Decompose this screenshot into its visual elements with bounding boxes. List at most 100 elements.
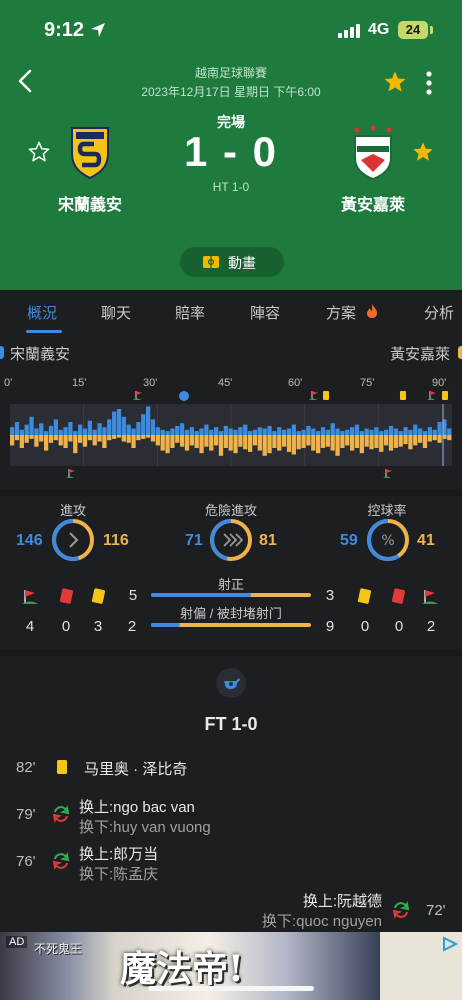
sub-in-player[interactable]: 换上:阮越德 xyxy=(303,890,382,911)
away-pressure-bar xyxy=(301,435,306,448)
match-header: 9:12 4G 24 越南足球聯賽 2023年12月17日 星期日 下午6:00… xyxy=(0,0,462,290)
stat-attack-home: 146 xyxy=(16,532,43,549)
tab-plans[interactable]: 方案 xyxy=(326,302,356,323)
match-timeline[interactable]: 0' 15' 30' 45' 60' 75' 90' xyxy=(0,372,462,490)
whistle-glyph xyxy=(224,678,240,689)
tab-lineup[interactable]: 陣容 xyxy=(250,302,280,323)
home-pressure-bar xyxy=(316,431,321,435)
tab-analysis[interactable]: 分析 xyxy=(424,302,454,323)
home-pressure-bar xyxy=(29,416,34,435)
home-pressure-bar xyxy=(10,427,15,435)
away-pressure-bar xyxy=(214,435,219,446)
shots-on-home-fill xyxy=(151,593,251,597)
home-pressure-bar xyxy=(243,424,248,435)
home-pressure-bar xyxy=(437,422,442,435)
home-pressure-bar xyxy=(354,424,360,435)
away-pressure-bar xyxy=(325,435,330,447)
tab-odds[interactable]: 賠率 xyxy=(175,302,205,323)
home-pressure-bar xyxy=(180,423,185,435)
stats-panel: 進攻 146 116 危險進攻 71 81 控球率 59 % 41 5 射正 3… xyxy=(0,496,462,650)
away-pressure-bar xyxy=(63,435,68,448)
home-yellow-card-marker xyxy=(442,391,448,400)
away-pressure-bar xyxy=(116,435,122,438)
sub-out-player[interactable]: 换下:quoc nguyen xyxy=(262,910,382,931)
tab-overview[interactable]: 概況 xyxy=(27,302,57,323)
substitution-icon xyxy=(392,901,410,919)
home-pressure-bar xyxy=(204,424,209,435)
event-player[interactable]: 马里奥 · 泽比奇 xyxy=(84,758,187,779)
away-pressure-bar xyxy=(364,435,369,447)
home-pressure-bar xyxy=(393,428,398,435)
away-pressure-bar xyxy=(369,435,374,450)
favorite-star-icon[interactable] xyxy=(383,70,407,94)
home-follow-star-icon[interactable] xyxy=(28,141,50,163)
sub-in-player[interactable]: 换上:郎万当 xyxy=(79,843,158,864)
home-pressure-bar xyxy=(14,422,20,435)
home-shots-off: 2 xyxy=(127,618,137,635)
away-pressure-bar xyxy=(427,435,432,442)
home-pressure-bar xyxy=(160,429,165,435)
home-pressure-bar xyxy=(374,427,379,435)
stat-attack-away: 116 xyxy=(103,532,129,549)
home-indicator[interactable] xyxy=(148,986,314,991)
home-pressure-bar xyxy=(306,425,311,435)
home-pressure-bar xyxy=(403,427,408,435)
stat-danger-home: 71 xyxy=(185,532,203,549)
more-options-icon[interactable] xyxy=(422,70,436,96)
away-pressure-bar xyxy=(29,435,34,439)
away-pressure-bar xyxy=(209,435,214,451)
away-red-count: 0 xyxy=(394,618,404,635)
away-pressure-bar xyxy=(175,435,180,443)
home-pressure-bar xyxy=(141,414,146,435)
away-team-logo[interactable] xyxy=(343,124,403,180)
away-pressure-bar xyxy=(340,435,345,448)
away-pressure-bar xyxy=(330,435,335,451)
away-pressure-bar xyxy=(14,435,20,441)
home-pressure-bar xyxy=(97,423,102,435)
away-pressure-bar xyxy=(447,435,452,441)
away-pressure-bar xyxy=(398,435,403,447)
home-color-marker xyxy=(0,346,4,359)
home-pressure-bar xyxy=(218,431,224,435)
ad-choices-icon[interactable] xyxy=(442,936,458,952)
sub-out-player[interactable]: 换下:huy van vuong xyxy=(79,816,211,837)
away-pressure-bar xyxy=(160,435,165,451)
home-pressure-bar xyxy=(126,424,131,435)
home-pressure-bar xyxy=(24,424,29,435)
home-pressure-bar xyxy=(82,428,88,435)
home-corner-flag-icon xyxy=(22,590,38,604)
shots-off-label: 射偏 / 被封堵射门 xyxy=(180,606,282,621)
battery-icon: 24 xyxy=(398,21,428,39)
home-pressure-bar xyxy=(432,429,437,435)
away-team-name[interactable]: 黃安嘉萊 xyxy=(330,191,416,215)
home-pressure-bar xyxy=(272,431,277,435)
ad-tag: AD xyxy=(6,936,28,948)
home-corner-marker xyxy=(312,391,318,395)
away-pressure-bar xyxy=(316,435,321,454)
away-corner-marker xyxy=(69,469,75,473)
substitution-icon xyxy=(52,805,70,823)
home-pressure-bar xyxy=(209,429,214,435)
away-pressure-bar xyxy=(257,435,262,451)
home-pressure-bar xyxy=(233,429,238,435)
home-team-logo[interactable] xyxy=(68,124,112,180)
home-pressure-bar xyxy=(311,428,316,435)
away-pressure-bar xyxy=(335,435,340,456)
tab-chat[interactable]: 聊天 xyxy=(101,302,131,323)
stat-possession-title: 控球率 xyxy=(367,503,407,518)
home-team-name[interactable]: 宋蘭義安 xyxy=(50,191,130,215)
home-pressure-bar xyxy=(408,429,413,435)
away-pressure-bar xyxy=(228,435,233,451)
animation-button[interactable]: 動畫 xyxy=(180,247,284,277)
home-pressure-bar xyxy=(214,427,219,435)
away-pressure-bar xyxy=(34,435,39,447)
away-pressure-bar xyxy=(73,435,78,454)
sub-out-player[interactable]: 换下:陈孟庆 xyxy=(79,863,158,884)
sub-in-player[interactable]: 换上:ngo bac van xyxy=(79,796,195,817)
home-pressure-bar xyxy=(422,431,428,435)
home-pressure-bar xyxy=(44,431,49,435)
away-follow-star-icon[interactable] xyxy=(412,141,434,163)
away-pressure-bar xyxy=(306,435,311,446)
home-pressure-bar xyxy=(369,429,374,435)
ad-title: 魔法帝! xyxy=(120,948,244,990)
